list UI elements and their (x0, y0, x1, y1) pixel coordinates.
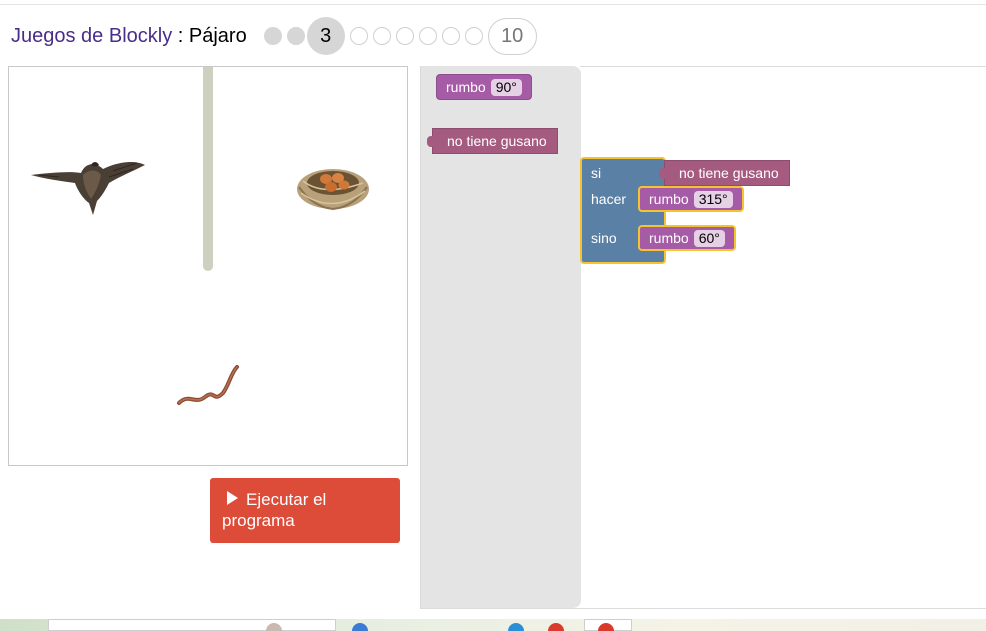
no-worm-label: no tiene gusano (447, 133, 547, 149)
level-8-dot[interactable] (441, 27, 460, 45)
nest-icon (297, 169, 369, 211)
else-rumbo-angle-field[interactable]: 60° (693, 229, 725, 247)
do-label: hacer (591, 191, 627, 207)
worm-icon (177, 365, 239, 405)
level-5-dot[interactable] (372, 27, 391, 45)
rumbo-angle-field[interactable]: 90° (490, 78, 522, 96)
taskbar-window[interactable] (48, 619, 336, 631)
level-last[interactable]: 10 (487, 17, 537, 55)
page-title: Juegos de Blockly : Pájaro (11, 25, 247, 48)
run-program-button[interactable]: Ejecutar el programa (210, 478, 400, 543)
do-rumbo-block[interactable]: rumbo 315° (638, 186, 744, 212)
level-2-dot[interactable] (286, 27, 305, 45)
app-title-link[interactable]: Juegos de Blockly (11, 25, 172, 47)
condition-label: no tiene gusano (679, 165, 779, 181)
bird-icon (31, 162, 145, 215)
rumbo-label: rumbo (446, 79, 486, 95)
top-divider (0, 4, 986, 5)
toolbox-no-worm-block[interactable]: no tiene gusano (427, 128, 558, 154)
title-separator: : (172, 24, 189, 47)
else-label: sino (591, 230, 617, 246)
header: Juegos de Blockly : Pájaro 3 10 (11, 17, 542, 55)
if-label: si (591, 165, 602, 181)
level-1-dot[interactable] (263, 27, 282, 45)
do-rumbo-label: rumbo (649, 191, 689, 207)
condition-no-worm-block[interactable]: no tiene gusano (659, 160, 790, 186)
else-rumbo-block[interactable]: rumbo 60° (638, 225, 736, 251)
level-4-dot[interactable] (349, 27, 368, 45)
do-rumbo-angle-field[interactable]: 315° (693, 190, 733, 208)
workspace-bottom-border (420, 608, 986, 609)
block-notch (659, 168, 665, 179)
play-icon (227, 491, 238, 505)
level-current[interactable]: 3 (306, 17, 345, 55)
game-canvas (8, 66, 408, 466)
workspace-top-border (580, 66, 986, 67)
toolbox-rumbo-block[interactable]: rumbo 90° (436, 74, 532, 100)
level-6-dot[interactable] (395, 27, 414, 45)
game-name: Pájaro (188, 24, 247, 47)
block-notch (427, 136, 433, 147)
level-selector: 3 10 (263, 17, 542, 55)
level-7-dot[interactable] (418, 27, 437, 45)
else-rumbo-label: rumbo (649, 230, 689, 246)
wall (203, 67, 213, 271)
level-9-dot[interactable] (464, 27, 483, 45)
